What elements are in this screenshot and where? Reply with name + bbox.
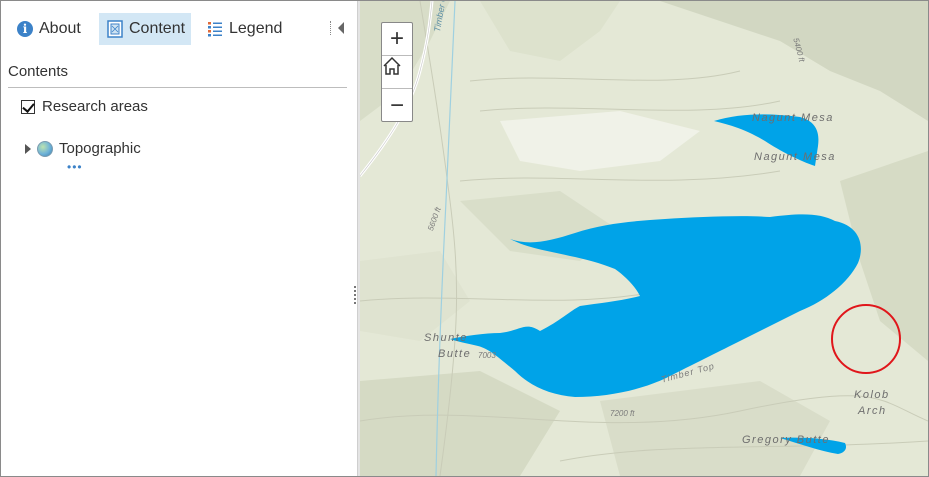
zoom-out-button[interactable]: − [382,89,412,122]
place-label-nagunt-mesa: Nagunt Mesa [752,112,834,124]
place-label-kolob-arch: Arch [858,405,887,417]
splitter-grip-icon[interactable] [354,286,358,304]
place-label-shunte-butte: Shunte [424,332,468,344]
layer-item-research-areas[interactable]: Research areas [21,98,148,115]
home-button[interactable] [382,56,412,89]
tab-about-label: About [39,20,81,37]
tab-content[interactable]: Content [99,13,191,45]
contents-divider [8,87,347,88]
panel-grip-icon [330,21,332,35]
zoom-in-button[interactable]: + [382,23,412,56]
contents-heading: Contents [8,63,69,80]
home-icon [383,56,401,75]
more-options-icon[interactable]: ••• [67,161,83,173]
zoom-control: + − [381,22,413,122]
tab-legend[interactable]: Legend [207,13,297,45]
expand-arrow-icon[interactable] [25,143,31,154]
tab-about[interactable]: i About [17,13,91,45]
place-label-kolob-arch: Kolob [854,389,890,401]
place-label-shunte-butte: Butte [438,348,472,360]
layer-label: Topographic [59,140,141,157]
tab-content-label: Content [129,20,186,37]
collapse-panel-icon[interactable] [338,22,344,34]
layer-item-topographic[interactable]: Topographic [25,140,141,157]
side-panel: i About Content Legend Contents Research… [1,1,357,476]
legend-icon [207,21,223,37]
tab-legend-label: Legend [229,20,283,37]
elevation-label: 7200 ft [610,409,635,418]
layer-visibility-checkbox[interactable] [21,99,35,114]
basemap-globe-icon [37,140,53,157]
info-icon: i [17,21,33,37]
place-label-nagunt-mesa: Nagunt Mesa [754,151,836,163]
layer-label: Research areas [42,98,148,115]
tab-bar: i About Content Legend [1,1,357,57]
terrain-basemap [360,1,928,476]
elevation-label: 7003 [478,351,496,360]
map-view[interactable]: Timber Cre 5400 ft 5600 ft 7200 ft 7003 … [360,1,928,476]
place-label-gregory-butte: Gregory Butte [742,434,830,446]
content-icon [107,20,123,38]
